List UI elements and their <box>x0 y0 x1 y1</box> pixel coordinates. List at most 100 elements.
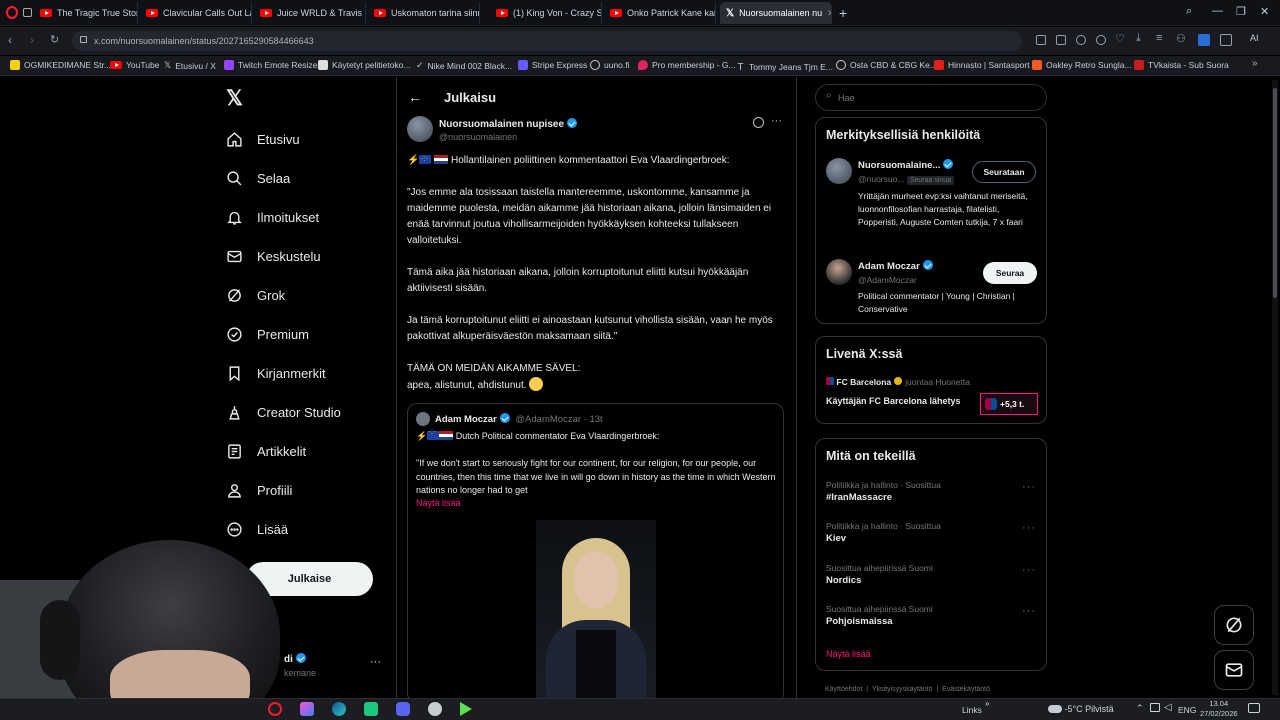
address-bar[interactable]: x.com/nuorsuomalainen/status/20271652905… <box>72 31 1022 51</box>
chevron-icon[interactable]: » <box>985 699 989 708</box>
browser-tab[interactable]: Clavicular Calls Out Larry <box>140 2 252 24</box>
bookmark-item[interactable]: Käytetyt pelitietoko... <box>318 60 410 70</box>
tweet-author[interactable]: Nuorsuomalainen nupisee <box>439 118 578 130</box>
scrollbar-thumb[interactable] <box>1273 88 1277 298</box>
nav-explore[interactable]: Selaa <box>226 164 290 192</box>
extension-icon[interactable] <box>1198 34 1210 46</box>
person-name[interactable]: Adam Moczar <box>858 260 933 272</box>
messages-floating-button[interactable] <box>1214 650 1254 690</box>
browser-tab[interactable]: (1) King Von - Crazy Story <box>490 2 602 24</box>
volume-icon[interactable]: ◁ <box>1164 702 1172 713</box>
bookmark-item[interactable]: 𝕏 Etusivu / X <box>164 60 216 71</box>
avatar[interactable] <box>407 116 433 142</box>
notification-icon[interactable] <box>1248 703 1260 713</box>
account-more-icon[interactable]: ··· <box>370 656 381 668</box>
browser-tab-active[interactable]: 𝕏Nuorsuomalainen nu✕ <box>720 2 832 24</box>
bookmark-item[interactable]: Pro membership - G... <box>638 60 736 70</box>
tweet-handle[interactable]: @nuorsuomalainen <box>439 132 517 142</box>
ai-icon[interactable]: AI <box>1250 33 1259 43</box>
bookmark-item[interactable]: YouTube <box>110 60 159 70</box>
camera-icon[interactable] <box>1056 35 1066 45</box>
following-button[interactable]: Seurataan <box>972 161 1036 183</box>
opera-taskbar-icon[interactable] <box>268 702 282 716</box>
browser-tab[interactable]: Onko Patrick Kane kaikkie <box>604 2 716 24</box>
nav-creator-studio[interactable]: Creator Studio <box>226 398 341 426</box>
tab-overview-icon[interactable] <box>23 8 32 17</box>
follow-button[interactable]: Seuraa <box>983 262 1037 284</box>
minimize-icon[interactable]: — <box>1212 5 1223 17</box>
footer-link[interactable]: Käyttöehdot <box>825 686 862 693</box>
nav-grok[interactable]: Grok <box>226 281 285 309</box>
heart-icon[interactable]: ♡ <box>1115 32 1125 45</box>
trend-item[interactable]: Politiikka ja hallinto · Suosittua Kiev <box>826 521 1038 544</box>
bookmark-item[interactable]: Hinnasto | Santasport <box>934 60 1030 70</box>
browser-tab[interactable]: Juice WRLD & Travis Scott <box>254 2 366 24</box>
app-taskbar-icon[interactable] <box>428 702 442 716</box>
opera-logo-icon[interactable] <box>6 6 18 19</box>
show-more-link[interactable]: Näytä lisää <box>826 649 871 659</box>
grok-icon[interactable] <box>753 117 764 128</box>
back-arrow-icon[interactable]: ← <box>408 89 422 105</box>
nav-home[interactable]: Etusivu <box>226 125 300 153</box>
bookmark-item[interactable]: uuno.fi <box>590 60 630 70</box>
weather-widget[interactable]: -5°C Pilvistä <box>1048 704 1114 714</box>
nav-messages[interactable]: Keskustelu <box>226 242 321 270</box>
extension-icon[interactable] <box>1220 34 1232 46</box>
person-name[interactable]: Nuorsuomalaine... <box>858 159 954 171</box>
avatar[interactable] <box>826 158 852 184</box>
more-bookmarks-icon[interactable]: » <box>1252 58 1258 69</box>
trend-more-icon[interactable]: ··· <box>1022 481 1036 493</box>
trend-item[interactable]: Suosittua aihepiirissä Suomi Pohjoismais… <box>826 604 1038 627</box>
bookmark-item[interactable]: ✓ Nike Mind 002 Black... <box>416 60 512 71</box>
clock[interactable]: 13.04 27/02/2026 <box>1200 699 1238 719</box>
trend-item[interactable]: Suosittua aihepiirissä Suomi Nordics <box>826 563 1038 586</box>
menu-icon[interactable]: ≡ <box>1156 32 1162 44</box>
nav-profile[interactable]: Profiili <box>226 476 292 504</box>
live-listeners[interactable]: +5,3 t. <box>980 393 1038 415</box>
x-logo-icon[interactable]: 𝕏 <box>226 86 243 111</box>
close-tab-icon[interactable]: ✕ <box>827 8 831 19</box>
search-tabs-icon[interactable]: ⌕ <box>1186 5 1192 18</box>
bookmark-item[interactable]: OGMIKEDIMANE Str... <box>10 60 111 70</box>
bookmark-item[interactable]: Oakley Retro Sungla... <box>1032 60 1132 70</box>
live-title[interactable]: Käyttäjän FC Barcelona lähetys <box>826 396 961 406</box>
discord-taskbar-icon[interactable] <box>396 702 410 716</box>
bookmark-item[interactable]: TVkaista - Sub Suora <box>1134 60 1229 70</box>
app-taskbar-icon[interactable] <box>300 702 314 716</box>
browser-tab[interactable]: Uskomaton tarina siinnikk <box>368 2 480 24</box>
network-icon[interactable] <box>1150 703 1160 712</box>
trend-item[interactable]: Politiikka ja hallinto · Suosittua #Iran… <box>826 480 1038 503</box>
close-window-icon[interactable]: ✕ <box>1260 5 1269 18</box>
bookmark-item[interactable]: Ｔ Tommy Jeans Tjm E... <box>736 60 833 73</box>
forward-icon[interactable]: › <box>30 33 34 47</box>
more-options-icon[interactable]: ··· <box>771 115 782 127</box>
avatar[interactable] <box>826 259 852 285</box>
maximize-icon[interactable]: ❐ <box>1236 5 1246 18</box>
footer-link[interactable]: Yksityisyyskäytäntö <box>872 686 933 693</box>
back-icon[interactable]: ‹ <box>8 33 12 47</box>
nav-more[interactable]: Lisää <box>226 515 288 543</box>
download-icon[interactable]: ⤓ <box>1136 32 1141 45</box>
footer-link[interactable]: Evästekäytäntö <box>942 686 990 693</box>
bookmark-item[interactable]: Twitch Emote Resizer <box>224 60 320 70</box>
language-indicator[interactable]: ENG <box>1178 705 1196 715</box>
trend-more-icon[interactable]: ··· <box>1022 564 1036 576</box>
video-thumbnail[interactable] <box>536 520 656 698</box>
trend-more-icon[interactable]: ··· <box>1022 605 1036 617</box>
app-taskbar-icon[interactable] <box>460 702 472 716</box>
bookmark-item[interactable]: Stripe Express <box>518 60 587 70</box>
nav-premium[interactable]: Premium <box>226 320 309 348</box>
reload-icon[interactable]: ↻ <box>50 33 59 46</box>
play-icon[interactable] <box>1096 35 1106 45</box>
nav-notifications[interactable]: Ilmoitukset <box>226 203 319 231</box>
show-more-link[interactable]: Näytä lisää <box>416 498 461 508</box>
quoted-tweet[interactable]: Adam Moczar @AdamMoczar · 13t ⚡ Dutch Po… <box>407 403 784 703</box>
profile-icon[interactable]: ⚇ <box>1176 32 1186 45</box>
live-host[interactable]: FC Barcelona juontaa Huonetta <box>826 377 970 387</box>
tray-chevron-icon[interactable]: ⌃ <box>1136 703 1144 714</box>
new-tab-icon[interactable]: + <box>839 5 847 21</box>
links-toolbar[interactable]: Links <box>962 705 982 715</box>
search-input[interactable]: ⌕ Hae <box>815 84 1047 111</box>
grok-floating-button[interactable] <box>1214 605 1254 645</box>
trend-more-icon[interactable]: ··· <box>1022 522 1036 534</box>
